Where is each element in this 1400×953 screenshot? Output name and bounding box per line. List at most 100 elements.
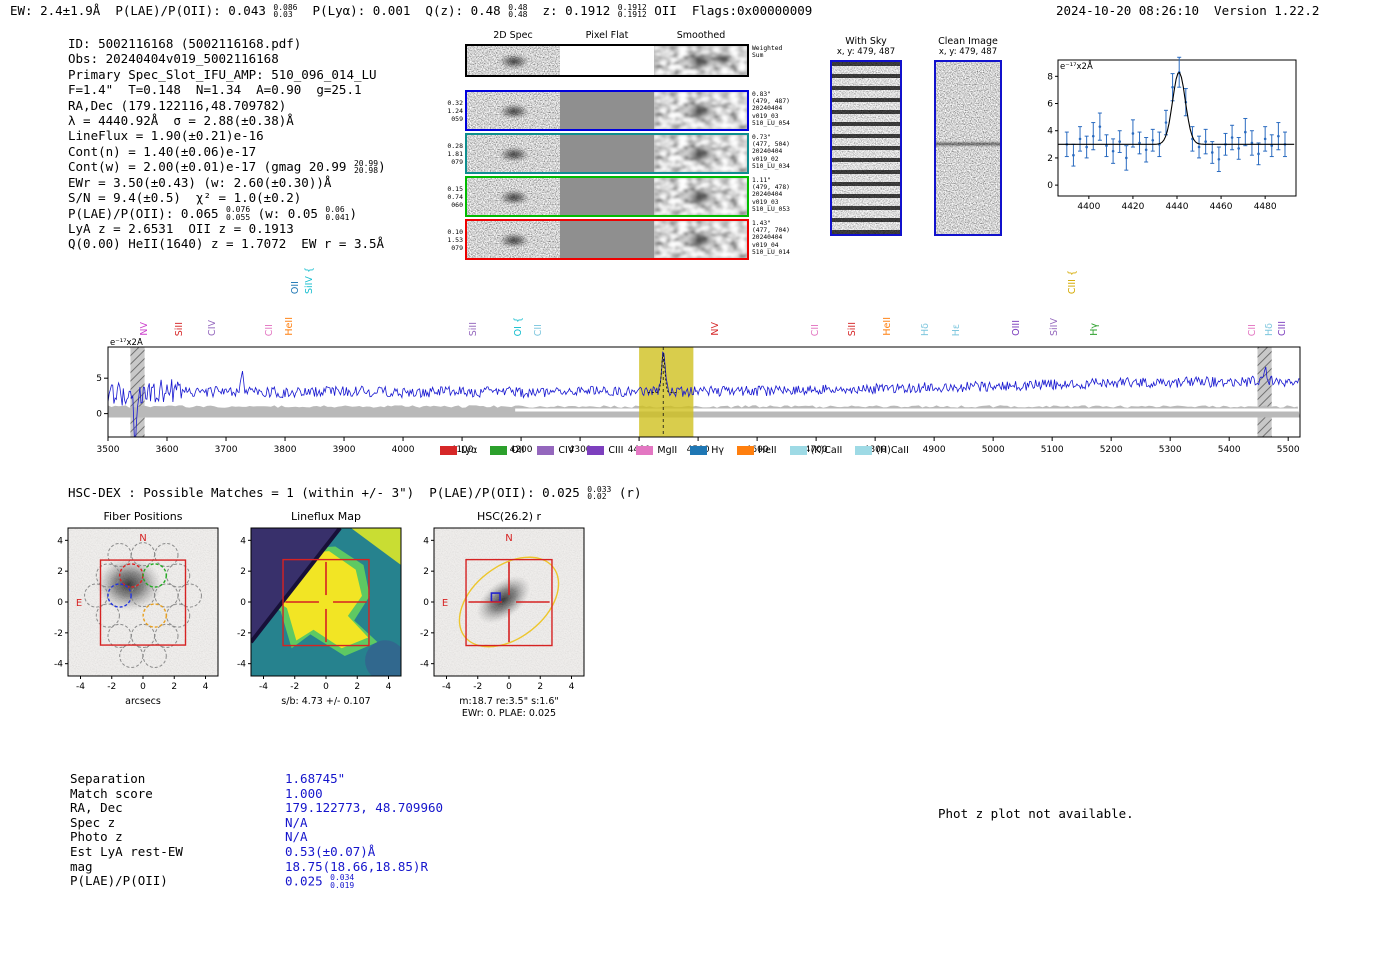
sky-stripes xyxy=(832,62,900,234)
emission-line-label: HeII xyxy=(882,317,894,336)
svg-text:3700: 3700 xyxy=(215,445,238,455)
svg-text:0: 0 xyxy=(140,682,146,692)
emission-line-label: CII xyxy=(810,323,822,336)
table-row: P(LAE)/P(OII) 0.025 0.034 0.019 xyxy=(70,873,355,890)
emission-line-label: CIII xyxy=(1277,320,1289,336)
legend-item: MgII xyxy=(636,445,677,456)
info-block: ID: 5002116168 (5002116168.pdf) Obs: 2024… xyxy=(68,36,386,252)
clean-image-image xyxy=(934,60,1002,236)
svg-text:4: 4 xyxy=(386,682,392,692)
emission-line-label: OII xyxy=(289,280,301,294)
svg-text:3800: 3800 xyxy=(274,445,297,455)
legend-item: OII xyxy=(490,445,524,456)
svg-text:4: 4 xyxy=(423,536,429,546)
lineflux-map-panel: Lineflux Map -4 -4 -2 -2 0 0 2 2 4 4 s/b: 4.73 +/- … xyxy=(237,510,402,707)
emission-line-label: SiII xyxy=(846,321,858,336)
table-row: Separation 1.68745" xyxy=(70,771,346,786)
clean-image-panel: Clean Image x, y: 479, 487 xyxy=(928,36,1008,236)
info-line: P(LAE)/P(OII): 0.065 0.076 0.055 (w: 0.05… xyxy=(68,205,358,222)
info-line: Primary Spec_Slot_IFU_AMP: 510_096_014_L… xyxy=(68,66,377,82)
svg-text:-4: -4 xyxy=(420,660,429,670)
emission-line-label: HeII xyxy=(283,317,295,336)
svg-text:-4: -4 xyxy=(76,682,85,692)
svg-text:0: 0 xyxy=(57,598,63,608)
svg-text:4900: 4900 xyxy=(923,445,946,455)
legend-item: CIII xyxy=(587,445,623,456)
emission-line-label: NV xyxy=(139,322,151,336)
info-line: Obs: 20240404v019_5002116168 xyxy=(68,51,279,67)
svg-text:-2: -2 xyxy=(420,629,429,639)
spec2d-row: Weighted Sum xyxy=(445,44,782,77)
emission-line-label: CII xyxy=(532,323,544,336)
photz-note: Phot z plot not available. xyxy=(938,806,1134,821)
with-sky-title: With Sky xyxy=(845,36,887,47)
emission-line-label: NV xyxy=(709,322,721,336)
info-line: Cont(w) = 2.00(±0.01)e-17 (gmag 20.99 20… xyxy=(68,158,386,176)
svg-text:2: 2 xyxy=(423,567,429,577)
emission-line-label: SiIV { xyxy=(303,266,315,294)
hsc-cutout-panel: HSC(26.2) r N E -4 -4 -2 -2 0 0 2 2 4 4 m:18.7 re:3.5… xyxy=(420,510,585,719)
emission-line-label: SiII xyxy=(173,321,185,336)
svg-text:4: 4 xyxy=(240,536,246,546)
legend-item: HeII xyxy=(737,445,777,456)
svg-text:5400: 5400 xyxy=(1218,445,1241,455)
emission-line-label: SiIV xyxy=(1049,318,1061,336)
info-line: F=1.4" T=0.148 N=1.34 A=0.90 g=25.1 xyxy=(68,82,362,98)
svg-text:5200: 5200 xyxy=(1100,445,1123,455)
svg-text:5: 5 xyxy=(96,374,102,384)
svg-text:4440: 4440 xyxy=(1166,202,1189,212)
svg-text:0: 0 xyxy=(1047,181,1053,191)
col-header-pixelflat: Pixel Flat xyxy=(585,30,629,41)
with-sky-coords: x, y: 479, 487 xyxy=(836,47,896,57)
svg-text:3900: 3900 xyxy=(333,445,356,455)
info-line: Cont(n) = 1.40(±0.06)e-17 xyxy=(68,143,257,159)
svg-text:0: 0 xyxy=(96,410,102,420)
spec2d-row: 0.10 1.53 079 1.43" (477, 704) 20240404 v019_0… xyxy=(445,219,790,260)
info-line: ID: 5002116168 (5002116168.pdf) xyxy=(68,36,302,51)
emission-line-label: CII xyxy=(263,323,275,336)
svg-text:5000: 5000 xyxy=(982,445,1005,455)
svg-text:0: 0 xyxy=(506,682,512,692)
spec2d-row: 0.15 0.74 060 1.11" (479, 478) 20240404 v019_0… xyxy=(445,176,790,217)
svg-text:-4: -4 xyxy=(237,660,246,670)
svg-text:m:18.7 re:3.5" s:1.6": m:18.7 re:3.5" s:1.6" xyxy=(459,696,559,707)
elixer-report-page: EW: 2.4±1.9Å P(LAE)/P(OII): 0.043 0.086 0… xyxy=(0,0,1400,953)
emission-line-label: Hε xyxy=(950,323,962,336)
hsc-dex-line: HSC-DEX : Possible Matches = 1 (within +… xyxy=(68,484,642,501)
info-line: RA,Dec (179.122116,48.709782) xyxy=(68,97,287,113)
svg-text:-2: -2 xyxy=(54,629,63,639)
spec2d-panel: 2D Spec Pixel Flat Smoothed Weighted Sum 0… xyxy=(445,30,845,270)
legend-item: Hγ xyxy=(690,445,724,456)
info-line: λ = 4440.92Å σ = 2.88(±0.38)Å xyxy=(68,113,294,129)
svg-text:2: 2 xyxy=(57,567,63,577)
emission-line-label: OIII xyxy=(1010,320,1022,336)
svg-text:4420: 4420 xyxy=(1121,202,1144,212)
svg-text:4: 4 xyxy=(57,536,63,546)
svg-text:5300: 5300 xyxy=(1159,445,1182,455)
svg-text:e⁻¹⁷x2Å: e⁻¹⁷x2Å xyxy=(1060,60,1093,72)
table-row: Match score 1.000 xyxy=(70,785,323,801)
table-row: Est LyA rest-EW 0.53(±0.07)Å xyxy=(70,843,376,859)
table-row: mag 18.75(18.66,18.85)R xyxy=(70,858,428,874)
svg-text:2: 2 xyxy=(354,682,360,692)
with-sky-panel: With Sky x, y: 479, 487 xyxy=(826,36,906,236)
svg-text:4: 4 xyxy=(1047,127,1053,137)
svg-text:4: 4 xyxy=(203,682,209,692)
emission-line-label: Hδ xyxy=(1264,323,1276,336)
matches-table: Separation 1.68745" Match score 1.000 RA, De… xyxy=(70,771,443,890)
clean-image-streak xyxy=(936,141,1000,148)
svg-text:-2: -2 xyxy=(473,682,482,692)
legend-item: (K)CaII xyxy=(789,445,842,456)
svg-text:2: 2 xyxy=(171,682,177,692)
svg-text:5500: 5500 xyxy=(1277,445,1300,455)
svg-text:3600: 3600 xyxy=(156,445,179,455)
legend-item: CIV xyxy=(537,445,574,456)
emission-line-label: CII xyxy=(1246,323,1258,336)
emission-line-label: CIII { xyxy=(1066,269,1078,294)
table-row: Photo z N/A xyxy=(70,829,308,845)
legend-item: (H)CaII xyxy=(855,445,909,456)
svg-text:s/b: 4.73 +/- 0.107: s/b: 4.73 +/- 0.107 xyxy=(281,696,370,707)
info-line: LyA z = 2.6531 OII z = 0.1913 xyxy=(68,221,294,237)
svg-text:2: 2 xyxy=(537,682,543,692)
clean-image-coords: x, y: 479, 487 xyxy=(938,47,998,57)
